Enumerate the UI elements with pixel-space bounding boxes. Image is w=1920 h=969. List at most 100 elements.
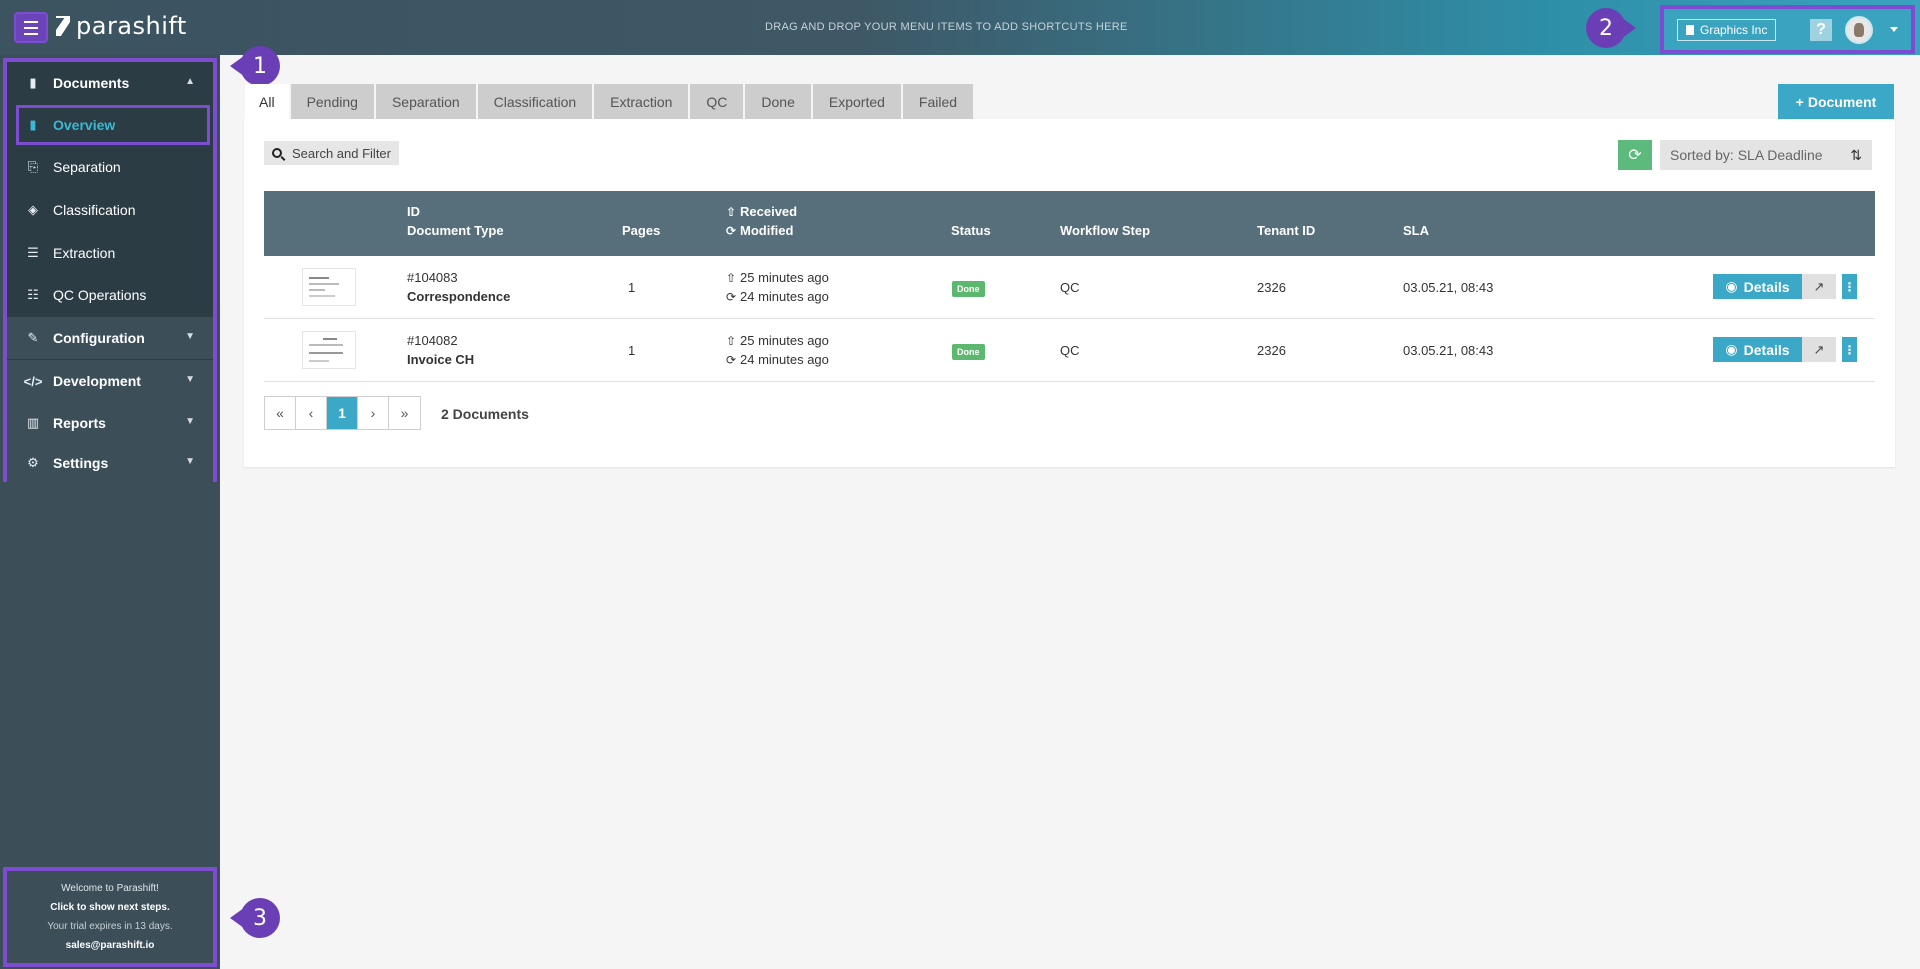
header-modified-label: Modified — [740, 223, 794, 238]
tab-exported[interactable]: Exported — [812, 84, 901, 119]
chevron-up-icon: ▲ — [185, 76, 195, 87]
gear-icon: ⚙ — [27, 455, 39, 470]
table-row[interactable]: #104083 Correspondence 1 ⇧ 25 minutes ago… — [264, 256, 1875, 319]
received-time: ⇧ 25 minutes ago — [726, 270, 829, 285]
upload-icon: ⇧ — [726, 205, 737, 219]
sidebar-item-development[interactable]: </> Development ▼ — [7, 360, 213, 402]
tenant-id: 2326 — [1257, 280, 1286, 295]
sidebar-item-reports[interactable]: ▥ Reports ▼ — [7, 402, 213, 444]
refresh-button[interactable]: ⟳ — [1618, 140, 1652, 170]
parashift-logo-icon — [56, 16, 70, 36]
tab-extraction[interactable]: Extraction — [594, 84, 689, 119]
sidebar-item-documents[interactable]: ▮ Documents ▲ — [7, 62, 213, 104]
sidebar-item-classification[interactable]: ◈ Classification — [7, 189, 213, 231]
search-icon — [272, 148, 282, 158]
refresh-icon: ⟳ — [726, 224, 737, 238]
header-id[interactable]: ID — [407, 204, 420, 219]
header-workflow-step[interactable]: Workflow Step — [1060, 223, 1150, 238]
first-page-button[interactable]: « — [265, 397, 296, 429]
callout-1: 1 — [230, 46, 280, 86]
modified-text: 24 minutes ago — [740, 352, 829, 367]
sidebar-item-overview[interactable]: ▮ Overview — [16, 105, 210, 145]
open-external-button[interactable]: ↗ — [1802, 274, 1836, 299]
shortcut-drop-zone[interactable]: DRAG AND DROP YOUR MENU ITEMS TO ADD SHO… — [765, 21, 1128, 33]
sidebar-item-label: Documents — [53, 75, 130, 91]
split-icon: ⎘ — [27, 159, 39, 174]
search-filter-label: Search and Filter — [292, 145, 391, 161]
page-1-button[interactable]: 1 — [327, 397, 358, 429]
upload-icon: ⇧ — [726, 271, 737, 285]
sidebar-item-label: Separation — [53, 159, 121, 175]
next-steps-link[interactable]: Click to show next steps. — [7, 898, 213, 917]
trial-expiry-text: Your trial expires in 13 days. — [47, 921, 173, 932]
eye-icon: ◉ — [1725, 341, 1738, 357]
details-button[interactable]: ◉ Details — [1713, 274, 1802, 299]
callout-pointer — [1618, 15, 1636, 41]
add-document-button[interactable]: + Document — [1778, 84, 1894, 119]
sla-deadline: 03.05.21, 08:43 — [1403, 280, 1494, 295]
sidebar-item-label: Reports — [53, 415, 106, 431]
table-row[interactable]: #104082 Invoice CH 1 ⇧ 25 minutes ago ⟳ 24… — [264, 319, 1875, 382]
avatar[interactable] — [1845, 16, 1873, 44]
document-thumbnail[interactable] — [302, 268, 356, 306]
status-badge: Done — [952, 280, 985, 297]
next-page-button[interactable]: › — [358, 397, 389, 429]
tab-separation[interactable]: Separation — [375, 84, 476, 119]
more-actions-button[interactable]: ⋮ — [1842, 274, 1857, 299]
header-document-type[interactable]: Document Type — [407, 223, 504, 238]
sidebar-item-separation[interactable]: ⎘ Separation — [7, 146, 213, 188]
sidebar-item-settings[interactable]: ⚙ Settings ▼ — [7, 442, 213, 484]
document-thumbnail[interactable] — [302, 331, 356, 369]
logo[interactable]: parashift — [56, 12, 187, 40]
sidebar-item-label: Extraction — [53, 245, 116, 261]
sort-icon[interactable]: ⇅ — [1850, 147, 1862, 164]
status-tabs: All Pending Separation Classification Ex… — [245, 84, 974, 119]
sidebar-item-extraction[interactable]: ☰ Extraction — [7, 232, 213, 274]
tab-classification[interactable]: Classification — [477, 84, 593, 119]
header-sla[interactable]: SLA — [1403, 223, 1429, 238]
pages-count: 1 — [628, 343, 636, 358]
refresh-icon: ⟳ — [726, 290, 737, 304]
last-page-button[interactable]: » — [389, 397, 420, 429]
header-pages[interactable]: Pages — [622, 223, 660, 238]
document-type: Correspondence — [407, 289, 511, 304]
tab-qc[interactable]: QC — [690, 84, 744, 119]
upload-icon: ⇧ — [726, 334, 737, 348]
vertical-dots-icon: ⋮ — [1843, 342, 1856, 357]
tenant-switch-button[interactable]: Graphics Inc — [1677, 19, 1777, 41]
sort-dropdown[interactable]: Sorted by: SLA Deadline ⇅ — [1660, 140, 1872, 170]
chevron-down-icon: ▼ — [185, 456, 195, 467]
code-icon: </> — [23, 373, 43, 389]
header-status[interactable]: Status — [951, 223, 991, 238]
documents-panel: Search and Filter ⟳ Sorted by: SLA Deadl… — [244, 119, 1895, 467]
sidebar: ▮ Documents ▲ ▮ Overview ⎘ Separation ◈ … — [0, 55, 220, 969]
open-external-button[interactable]: ↗ — [1802, 337, 1836, 362]
modified-time: ⟳ 24 minutes ago — [726, 289, 829, 304]
header-tenant-id[interactable]: Tenant ID — [1257, 223, 1315, 238]
logo-text: parashift — [76, 12, 187, 40]
prev-page-button[interactable]: ‹ — [296, 397, 327, 429]
menu-toggle-button[interactable] — [14, 12, 48, 43]
more-actions-button[interactable]: ⋮ — [1842, 337, 1857, 362]
header-modified[interactable]: ⟳ Modified — [726, 223, 793, 238]
vertical-dots-icon: ⋮ — [1843, 279, 1856, 294]
sales-email-link[interactable]: sales@parashift.io — [7, 936, 213, 955]
trial-info-panel[interactable]: Welcome to Parashift! Click to show next… — [3, 867, 217, 967]
help-button[interactable]: ? — [1810, 19, 1832, 41]
tab-all[interactable]: All — [245, 84, 289, 119]
tags-icon: ◈ — [28, 202, 38, 217]
tab-failed[interactable]: Failed — [902, 84, 974, 119]
tab-pending[interactable]: Pending — [290, 84, 374, 119]
sidebar-item-qc-operations[interactable]: ☷ QC Operations — [7, 274, 213, 316]
search-filter-button[interactable]: Search and Filter — [264, 141, 399, 165]
details-button[interactable]: ◉ Details — [1713, 337, 1802, 362]
chevron-down-icon[interactable] — [1890, 27, 1898, 32]
sidebar-item-configuration[interactable]: ✎ Configuration ▼ — [7, 317, 213, 359]
header-received[interactable]: ⇧ Received — [726, 204, 797, 219]
document-id: #104083 — [407, 270, 458, 285]
document-icon: ▮ — [29, 117, 37, 132]
tab-done[interactable]: Done — [745, 84, 811, 119]
user-face-icon — [1854, 23, 1864, 37]
modified-time: ⟳ 24 minutes ago — [726, 352, 829, 367]
pagination: « ‹ 1 › » — [264, 396, 421, 430]
